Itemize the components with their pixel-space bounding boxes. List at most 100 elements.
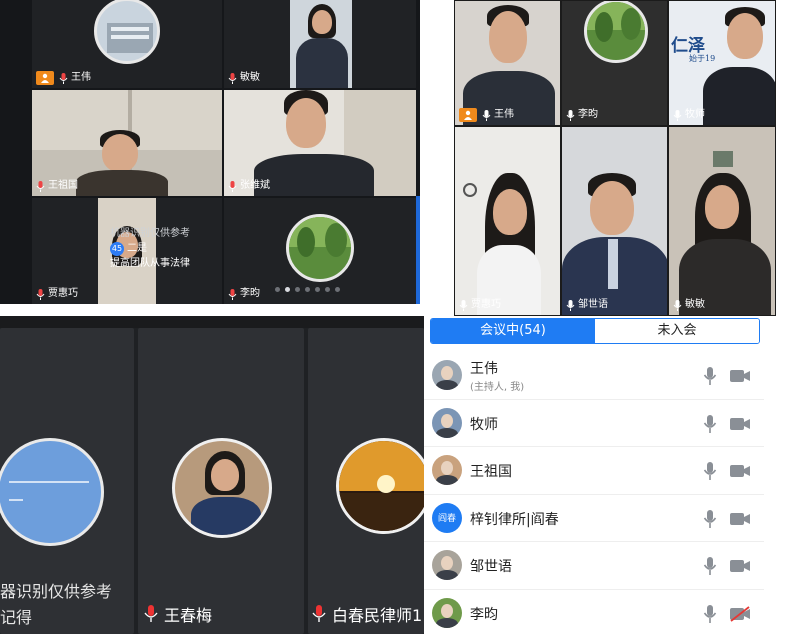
participant-name: 牧师 bbox=[470, 416, 498, 433]
participant-row[interactable]: 李昀 bbox=[424, 590, 764, 634]
participant-name-tag: 王春梅 bbox=[144, 602, 212, 626]
page-indicator[interactable] bbox=[275, 287, 340, 292]
video-tile[interactable]: 张维斌 bbox=[224, 90, 416, 196]
participant-name-tag: 牧师 bbox=[673, 108, 705, 122]
camera-off-icon[interactable] bbox=[729, 605, 751, 622]
transcription-caption: 机器识别仅供参考 45 二是 提高团队从事法律 bbox=[110, 226, 222, 290]
avatar bbox=[432, 550, 462, 580]
video-tile[interactable]: 王伟 bbox=[32, 0, 222, 88]
participant-name: 邹世语 bbox=[578, 299, 608, 310]
video-tile[interactable]: 仁泽 始于19 牧师 bbox=[668, 0, 776, 126]
caption-disclaimer: 器识别仅供参考 bbox=[0, 582, 113, 601]
mic-icon[interactable] bbox=[703, 461, 717, 481]
participant-name: 敏敏 bbox=[240, 72, 260, 83]
camera-icon[interactable] bbox=[729, 368, 751, 384]
camera-icon[interactable] bbox=[729, 558, 751, 574]
window-edge bbox=[416, 196, 420, 304]
mic-icon[interactable] bbox=[703, 604, 717, 624]
page-dot[interactable] bbox=[325, 287, 330, 292]
mic-icon[interactable] bbox=[703, 509, 717, 529]
camera-icon[interactable] bbox=[729, 511, 751, 527]
participant-name: 邹世语 bbox=[470, 559, 512, 575]
meeting-screenshot-collage: 王伟 敏敏 王祖国 张维斌 贾惠巧 机器识别仅供参考 45 二是 提高团队从事法… bbox=[0, 0, 800, 634]
camera-icon[interactable] bbox=[729, 416, 751, 432]
avatar bbox=[94, 0, 160, 64]
mic-icon bbox=[482, 109, 491, 121]
video-tile[interactable]: 王祖国 bbox=[32, 90, 222, 196]
mic-icon bbox=[459, 299, 468, 311]
caption-line: 记得 bbox=[0, 608, 33, 627]
participant-row[interactable]: 阎春 梓钊律所|阎春 bbox=[424, 495, 764, 542]
participant-name: 王伟 bbox=[470, 361, 498, 377]
participant-name: 贾惠巧 bbox=[48, 288, 78, 299]
video-tile[interactable]: 敏敏 bbox=[668, 126, 776, 316]
avatar bbox=[336, 438, 424, 534]
participant-tabs: 会议中(54) 未入会 bbox=[430, 318, 760, 344]
participant-name-tag: 邹世语 bbox=[566, 298, 608, 312]
video-feed bbox=[290, 0, 352, 88]
participant-role: (主持人, 我) bbox=[470, 382, 525, 393]
participant-name: 王祖国 bbox=[470, 464, 512, 480]
video-tile[interactable]: 王伟 bbox=[454, 0, 561, 126]
mic-icon bbox=[228, 180, 237, 192]
participant-row[interactable]: 牧师 bbox=[424, 400, 764, 447]
caption-disclaimer: 机器识别仅供参考 bbox=[110, 228, 190, 239]
participant-list: 王伟 (主持人, 我) 牧师王祖国阎春 梓钊律所|阎春邹世语李昀 bbox=[424, 352, 764, 634]
participant-row[interactable]: 王伟 (主持人, 我) bbox=[424, 352, 764, 400]
participant-name: 李昀 bbox=[578, 109, 598, 120]
participant-name-tag: 李昀 bbox=[228, 287, 260, 301]
video-tile[interactable]: 邹世语 bbox=[561, 126, 668, 316]
participant-name-tag: 李昀 bbox=[566, 108, 598, 122]
participant-name-tag: 张维斌 bbox=[228, 179, 270, 193]
avatar bbox=[432, 455, 462, 485]
participant-name-tag: 贾惠巧 bbox=[36, 287, 78, 301]
participant-list-panel: 会议中(54) 未入会 王伟 (主持人, 我) 牧师王祖国阎春 梓钊律所|阎春邹世语李… bbox=[424, 316, 800, 634]
avatar: 阎春 bbox=[432, 502, 462, 533]
camera-icon[interactable] bbox=[729, 463, 751, 479]
caption-line: 二是 bbox=[127, 243, 147, 254]
mic-icon bbox=[228, 288, 237, 300]
avatar bbox=[286, 214, 354, 282]
participant-name: 王伟 bbox=[494, 109, 514, 120]
host-icon bbox=[459, 108, 477, 122]
video-tile[interactable]: 李昀 bbox=[561, 0, 668, 126]
video-tile[interactable]: 贾惠巧 bbox=[454, 126, 561, 316]
participant-name: 牧师 bbox=[685, 109, 705, 120]
participant-name-tag: 王伟 bbox=[36, 71, 91, 85]
participant-name: 王伟 bbox=[71, 72, 91, 83]
page-dot[interactable] bbox=[275, 287, 280, 292]
page-dot[interactable] bbox=[315, 287, 320, 292]
mic-icon bbox=[673, 299, 682, 311]
avatar bbox=[432, 407, 462, 438]
participant-name: 李昀 bbox=[240, 288, 260, 299]
mic-icon bbox=[144, 605, 158, 622]
participant-name-tag: 敏敏 bbox=[673, 298, 705, 312]
avatar bbox=[584, 1, 648, 63]
mic-icon bbox=[36, 180, 45, 192]
host-icon bbox=[36, 71, 54, 85]
participant-name: 王祖国 bbox=[48, 180, 78, 191]
video-tile[interactable]: 王春梅 bbox=[138, 328, 304, 634]
page-dot[interactable] bbox=[305, 287, 310, 292]
avatar bbox=[432, 597, 462, 628]
tab-not-joined[interactable]: 未入会 bbox=[595, 319, 759, 343]
avatar bbox=[432, 360, 462, 390]
participant-name: 白春民律师1 bbox=[332, 606, 423, 625]
participant-row[interactable]: 王祖国 bbox=[424, 447, 764, 495]
video-tile[interactable]: 白春民律师1 bbox=[308, 328, 424, 634]
speaker-badge: 45 bbox=[110, 242, 124, 256]
page-dot[interactable] bbox=[285, 287, 290, 292]
participant-name: 贾惠巧 bbox=[471, 299, 501, 310]
mic-icon[interactable] bbox=[703, 366, 717, 386]
participant-name: 李昀 bbox=[470, 606, 498, 623]
tab-in-meeting[interactable]: 会议中(54) bbox=[431, 319, 595, 343]
meeting-grid-bottom-left: 王春梅 白春民律师1 器识别仅供参考 记得 bbox=[0, 316, 424, 634]
mic-icon bbox=[228, 72, 237, 84]
video-tile[interactable]: 敏敏 bbox=[224, 0, 416, 88]
mic-icon[interactable] bbox=[703, 414, 717, 434]
participant-name-tag: 王伟 bbox=[459, 108, 514, 122]
page-dot[interactable] bbox=[335, 287, 340, 292]
participant-row[interactable]: 邹世语 bbox=[424, 542, 764, 590]
page-dot[interactable] bbox=[295, 287, 300, 292]
mic-icon[interactable] bbox=[703, 556, 717, 576]
